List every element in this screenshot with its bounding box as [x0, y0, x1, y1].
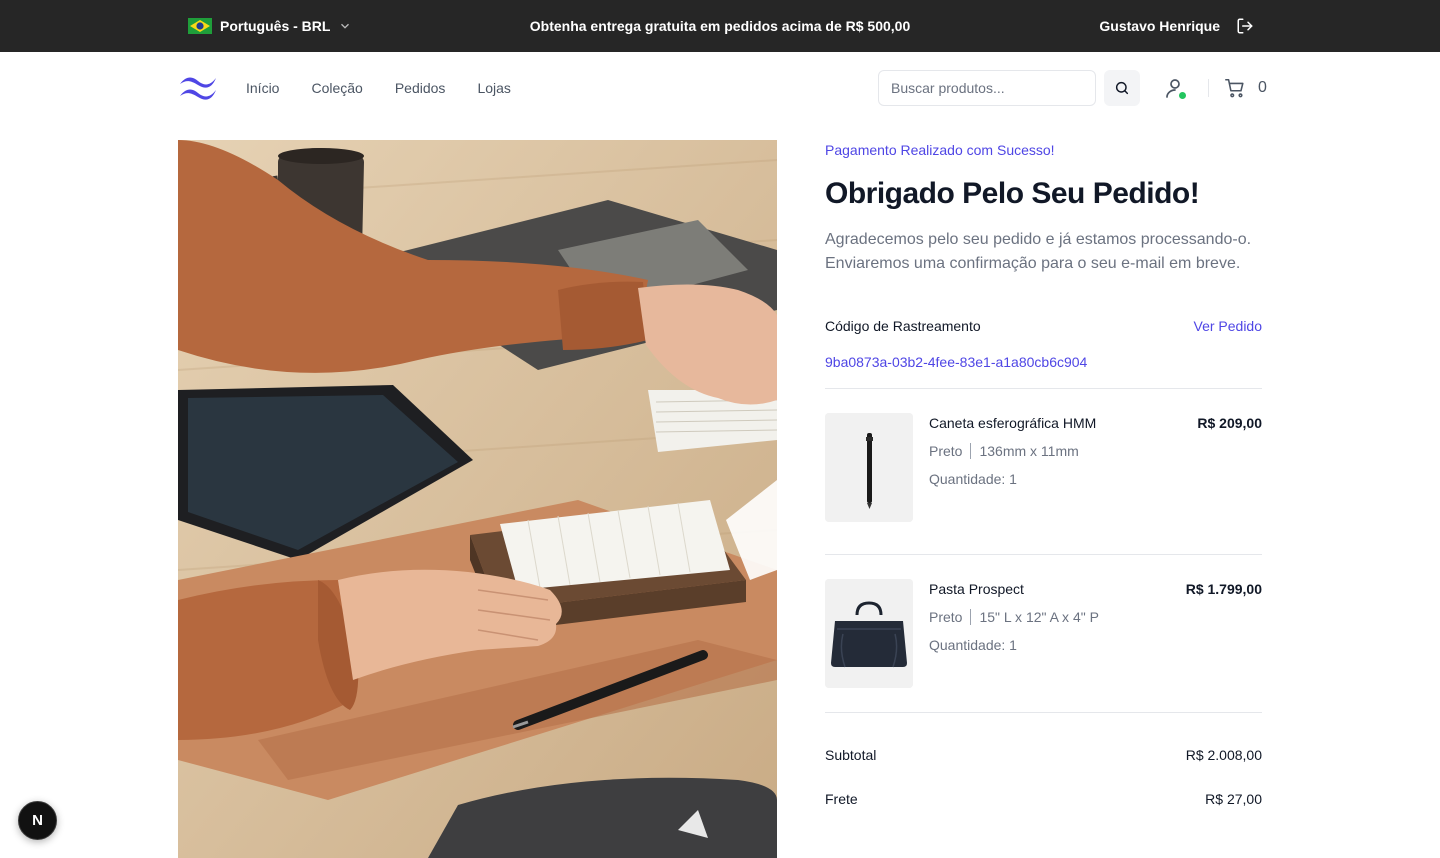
account-button[interactable] [1163, 76, 1187, 100]
view-order-link[interactable]: Ver Pedido [1194, 316, 1263, 336]
product-price: R$ 209,00 [1197, 415, 1262, 431]
separator [970, 443, 972, 459]
payment-success-text: Pagamento Realizado com Sucesso! [825, 142, 1055, 158]
nav-link-colecao[interactable]: Coleção [311, 80, 362, 96]
language-selector[interactable]: Português - BRL [188, 0, 352, 52]
product-image [825, 413, 913, 522]
logout-icon[interactable] [1236, 17, 1254, 35]
search-button[interactable] [1104, 70, 1140, 106]
subtotal-row: Subtotal R$ 2.008,00 [825, 745, 1262, 765]
announcement-bar: Português - BRL Obtenha entrega gratuita… [0, 0, 1440, 52]
cart-button[interactable]: 0 [1224, 76, 1267, 100]
order-confirmation: Pagamento Realizado com Sucesso! Obrigad… [825, 140, 1262, 809]
online-status-dot [1179, 92, 1186, 99]
shipping-value: R$ 27,00 [1205, 791, 1262, 807]
shipping-row: Frete R$ 27,00 [825, 789, 1262, 809]
subtotal-value: R$ 2.008,00 [1185, 747, 1262, 763]
logo-icon[interactable] [178, 72, 218, 102]
cart-icon [1225, 78, 1244, 98]
chevron-down-icon [338, 19, 352, 33]
order-item: Pasta Prospect Preto 15" L x 12" A x 4" … [825, 555, 1262, 712]
product-name: Pasta Prospect [929, 581, 1024, 597]
product-size: 15" L x 12" A x 4" P [979, 609, 1099, 625]
hero-image [178, 140, 777, 858]
product-price: R$ 1.799,00 [1185, 581, 1262, 597]
product-name: Caneta esferográfica HMM [929, 415, 1097, 431]
shipping-label: Frete [825, 791, 858, 807]
page-title: Obrigado Pelo Seu Pedido! [825, 177, 1200, 210]
divider [1208, 79, 1209, 97]
subtotal-label: Subtotal [825, 747, 877, 763]
nav-link-lojas[interactable]: Lojas [477, 80, 510, 96]
product-size: 136mm x 11mm [979, 443, 1079, 459]
cart-count: 0 [1258, 79, 1267, 96]
order-description: Agradecemos pelo seu pedido e já estamos… [825, 231, 1252, 272]
product-quantity: Quantidade: 1 [929, 637, 1017, 653]
next-dev-badge[interactable]: N [18, 801, 57, 840]
product-image [825, 579, 913, 688]
product-quantity: Quantidade: 1 [929, 471, 1017, 487]
nav-link-inicio[interactable]: Início [246, 80, 279, 96]
language-label: Português - BRL [220, 18, 331, 34]
order-item: Caneta esferográfica HMM Preto 136mm x 1… [825, 389, 1262, 554]
nav-link-pedidos[interactable]: Pedidos [395, 80, 446, 96]
separator [970, 609, 972, 625]
tracking-label: Código de Rastreamento [825, 318, 981, 334]
tracking-code: 9ba0873a-03b2-4fee-83e1-a1a80cb6c904 [825, 354, 1088, 370]
main-navigation: Início Coleção Pedidos Lojas 0 [0, 52, 1440, 124]
divider [825, 712, 1262, 713]
product-color: Preto [929, 609, 963, 625]
brazil-flag-icon [188, 18, 212, 34]
search-icon [1115, 81, 1129, 95]
search-input[interactable] [878, 70, 1096, 106]
product-color: Preto [929, 443, 963, 459]
user-name-link[interactable]: Gustavo Henrique [1099, 18, 1220, 34]
